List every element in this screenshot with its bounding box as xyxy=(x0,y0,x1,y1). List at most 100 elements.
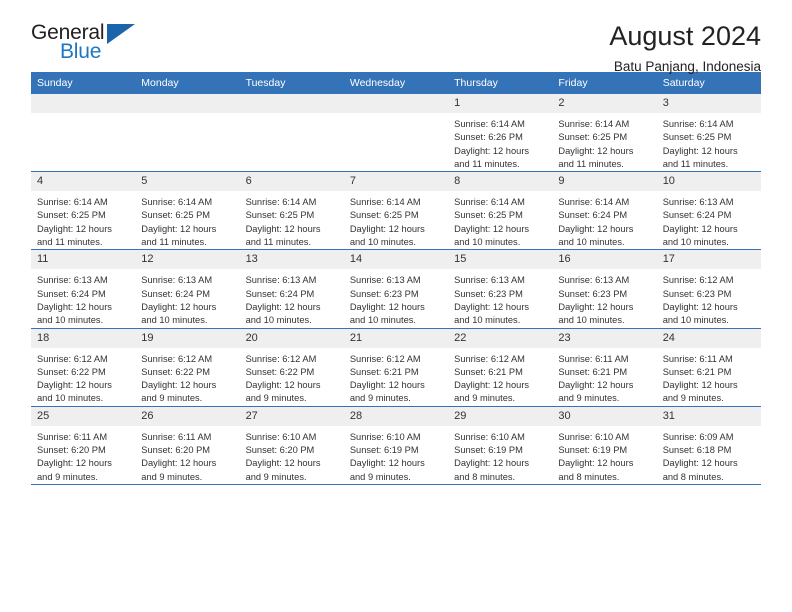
calendar-day-cell[interactable]: 7 Sunrise: 6:14 AM Sunset: 6:25 PM Daylight… xyxy=(343,171,449,251)
daylight-text-line1: Daylight: 12 hours xyxy=(245,380,321,391)
day-details: Sunrise: 6:11 AM Sunset: 6:21 PM Daylight:… xyxy=(657,348,761,406)
calendar-header-row: Sunday Monday Tuesday Wednesday Thursday… xyxy=(31,72,761,94)
calendar-day-cell[interactable]: 27 Sunrise: 6:10 AM Sunset: 6:20 PM Dayligh… xyxy=(239,406,344,485)
daylight-text-line2: and 10 minutes. xyxy=(558,237,625,248)
daylight-text-line2: and 10 minutes. xyxy=(454,315,521,326)
calendar-day-cell[interactable]: 3 Sunrise: 6:14 AM Sunset: 6:25 PM Daylight… xyxy=(656,94,761,173)
day-details: Sunrise: 6:12 AM Sunset: 6:21 PM Daylight:… xyxy=(448,348,552,406)
day-number: 16 xyxy=(552,250,657,270)
calendar-day-cell[interactable]: 25 Sunrise: 6:11 AM Sunset: 6:20 PM Dayligh… xyxy=(31,406,136,485)
daylight-text-line2: and 9 minutes. xyxy=(245,393,307,404)
calendar-day-cell[interactable]: 20 Sunrise: 6:12 AM Sunset: 6:22 PM Dayligh… xyxy=(239,328,344,407)
sunset-text: Sunset: 6:19 PM xyxy=(454,445,523,456)
day-details: Sunrise: 6:14 AM Sunset: 6:25 PM Daylight:… xyxy=(657,113,761,171)
daylight-text-line1: Daylight: 12 hours xyxy=(245,458,321,469)
day-details xyxy=(344,113,448,118)
daylight-text-line1: Daylight: 12 hours xyxy=(454,301,530,312)
day-details: Sunrise: 6:13 AM Sunset: 6:24 PM Daylight:… xyxy=(31,269,135,327)
calendar-day-cell[interactable]: 21 Sunrise: 6:12 AM Sunset: 6:21 PM Dayligh… xyxy=(343,328,449,407)
sunrise-text: Sunrise: 6:11 AM xyxy=(141,431,212,442)
calendar-day-cell[interactable]: 30 Sunrise: 6:10 AM Sunset: 6:19 PM Dayligh… xyxy=(552,406,657,485)
calendar-day-cell[interactable]: 11 Sunrise: 6:13 AM Sunset: 6:24 PM Dayligh… xyxy=(31,249,136,329)
daylight-text-line2: and 8 minutes. xyxy=(454,471,516,482)
calendar-week-row: 4 Sunrise: 6:14 AM Sunset: 6:25 PM Daylight… xyxy=(31,171,761,251)
daylight-text-line2: and 10 minutes. xyxy=(662,315,729,326)
calendar-day-cell[interactable]: 2 Sunrise: 6:14 AM Sunset: 6:25 PM Daylight… xyxy=(552,94,657,173)
sunset-text: Sunset: 6:24 PM xyxy=(662,210,732,221)
day-number: 8 xyxy=(448,172,553,192)
calendar-day-cell[interactable]: 17 Sunrise: 6:12 AM Sunset: 6:23 PM Dayligh… xyxy=(656,249,761,329)
sunrise-text: Sunrise: 6:10 AM xyxy=(454,431,525,442)
day-number: 29 xyxy=(448,406,553,426)
sunset-text: Sunset: 6:22 PM xyxy=(141,366,211,377)
calendar-day-cell[interactable]: 14 Sunrise: 6:13 AM Sunset: 6:23 PM Dayligh… xyxy=(343,249,449,329)
calendar-day-cell[interactable]: 8 Sunrise: 6:14 AM Sunset: 6:25 PM Daylight… xyxy=(448,171,553,251)
daylight-text-line2: and 9 minutes. xyxy=(141,471,203,482)
sunrise-text: Sunrise: 6:14 AM xyxy=(662,119,734,129)
calendar-day-cell[interactable]: 12 Sunrise: 6:13 AM Sunset: 6:24 PM Dayligh… xyxy=(135,249,240,329)
daylight-text-line2: and 11 minutes. xyxy=(558,158,624,169)
sunrise-text: Sunrise: 6:13 AM xyxy=(245,275,317,286)
calendar-day-cell[interactable]: 10 Sunrise: 6:13 AM Sunset: 6:24 PM Dayligh… xyxy=(656,171,761,251)
sunset-text: Sunset: 6:20 PM xyxy=(37,445,106,456)
calendar-day-cell[interactable]: 31 Sunrise: 6:09 AM Sunset: 6:18 PM Dayligh… xyxy=(656,406,761,485)
calendar-day-cell[interactable]: 6 Sunrise: 6:14 AM Sunset: 6:25 PM Daylight… xyxy=(239,171,344,251)
day-number: 26 xyxy=(135,406,240,426)
calendar-day-cell[interactable]: 16 Sunrise: 6:13 AM Sunset: 6:23 PM Dayligh… xyxy=(552,249,657,329)
calendar-day-cell[interactable]: 19 Sunrise: 6:12 AM Sunset: 6:22 PM Dayligh… xyxy=(135,328,240,407)
calendar-week-row: 1 Sunrise: 6:14 AM Sunset: 6:26 PM Daylight… xyxy=(31,94,761,173)
day-number: 27 xyxy=(239,406,344,426)
daylight-text-line1: Daylight: 12 hours xyxy=(454,223,530,234)
page-header: General Blue August 2024 Batu Panjang, I… xyxy=(31,0,761,75)
calendar-day-cell[interactable]: 1 Sunrise: 6:14 AM Sunset: 6:26 PM Daylight… xyxy=(448,94,553,173)
calendar-day-cell[interactable]: 23 Sunrise: 6:11 AM Sunset: 6:21 PM Dayligh… xyxy=(552,328,657,407)
calendar-day-cell[interactable]: 15 Sunrise: 6:13 AM Sunset: 6:23 PM Dayligh… xyxy=(448,249,553,329)
daylight-text-line1: Daylight: 12 hours xyxy=(141,458,217,469)
daylight-text-line2: and 10 minutes. xyxy=(141,315,208,326)
sunrise-text: Sunrise: 6:10 AM xyxy=(245,431,317,442)
day-number: 18 xyxy=(31,328,136,348)
daylight-text-line2: and 11 minutes. xyxy=(662,158,729,169)
calendar-grid: Sunday Monday Tuesday Wednesday Thursday… xyxy=(31,72,761,485)
day-details: Sunrise: 6:13 AM Sunset: 6:24 PM Daylight:… xyxy=(135,269,239,327)
daylight-text-line1: Daylight: 12 hours xyxy=(141,223,217,234)
day-details: Sunrise: 6:09 AM Sunset: 6:18 PM Daylight:… xyxy=(657,426,761,484)
calendar-day-cell[interactable]: 26 Sunrise: 6:11 AM Sunset: 6:20 PM Dayligh… xyxy=(135,406,240,485)
day-number: 7 xyxy=(343,172,449,192)
daylight-text-line1: Daylight: 12 hours xyxy=(37,301,112,312)
calendar-day-cell[interactable]: 5 Sunrise: 6:14 AM Sunset: 6:25 PM Daylight… xyxy=(135,171,240,251)
calendar-day-cell[interactable]: 22 Sunrise: 6:12 AM Sunset: 6:21 PM Dayligh… xyxy=(448,328,553,407)
daylight-text-line2: and 10 minutes. xyxy=(662,237,729,248)
sunrise-text: Sunrise: 6:13 AM xyxy=(662,197,734,208)
sunset-text: Sunset: 6:25 PM xyxy=(141,210,211,221)
calendar-day-cell[interactable]: 9 Sunrise: 6:14 AM Sunset: 6:24 PM Daylight… xyxy=(552,171,657,251)
sunset-text: Sunset: 6:24 PM xyxy=(141,288,211,299)
daylight-text-line1: Daylight: 12 hours xyxy=(662,458,738,469)
day-details: Sunrise: 6:12 AM Sunset: 6:22 PM Daylight:… xyxy=(240,348,344,406)
sunrise-text: Sunrise: 6:13 AM xyxy=(141,275,213,286)
day-details: Sunrise: 6:12 AM Sunset: 6:22 PM Daylight:… xyxy=(135,348,239,406)
day-number: 14 xyxy=(343,250,449,270)
calendar-day-cell[interactable]: 28 Sunrise: 6:10 AM Sunset: 6:19 PM Dayligh… xyxy=(343,406,449,485)
calendar-day-cell[interactable]: 18 Sunrise: 6:12 AM Sunset: 6:22 PM Dayligh… xyxy=(31,328,136,407)
sunrise-text: Sunrise: 6:14 AM xyxy=(558,197,630,208)
daylight-text-line2: and 10 minutes. xyxy=(558,315,625,326)
daylight-text-line2: and 10 minutes. xyxy=(454,237,521,248)
day-number: 2 xyxy=(552,94,657,113)
day-details: Sunrise: 6:10 AM Sunset: 6:19 PM Daylight:… xyxy=(448,426,552,484)
sunrise-text: Sunrise: 6:14 AM xyxy=(141,197,213,208)
daylight-text-line1: Daylight: 12 hours xyxy=(454,145,530,156)
daylight-text-line2: and 9 minutes. xyxy=(37,471,98,482)
calendar-day-cell[interactable]: 24 Sunrise: 6:11 AM Sunset: 6:21 PM Dayligh… xyxy=(656,328,761,407)
day-number: 11 xyxy=(31,250,136,270)
sunrise-text: Sunrise: 6:10 AM xyxy=(558,431,630,442)
general-blue-logo[interactable]: General Blue xyxy=(31,22,151,70)
day-details: Sunrise: 6:13 AM Sunset: 6:23 PM Daylight:… xyxy=(344,269,448,327)
calendar-day-cell[interactable]: 4 Sunrise: 6:14 AM Sunset: 6:25 PM Daylight… xyxy=(31,171,136,251)
day-number: 25 xyxy=(31,406,136,426)
page-title: August 2024 xyxy=(609,21,761,51)
calendar-day-cell[interactable]: 13 Sunrise: 6:13 AM Sunset: 6:24 PM Dayligh… xyxy=(239,249,344,329)
daylight-text-line1: Daylight: 12 hours xyxy=(141,380,217,391)
weekday-header-friday: Friday xyxy=(552,72,657,94)
calendar-day-cell[interactable]: 29 Sunrise: 6:10 AM Sunset: 6:19 PM Dayligh… xyxy=(448,406,553,485)
